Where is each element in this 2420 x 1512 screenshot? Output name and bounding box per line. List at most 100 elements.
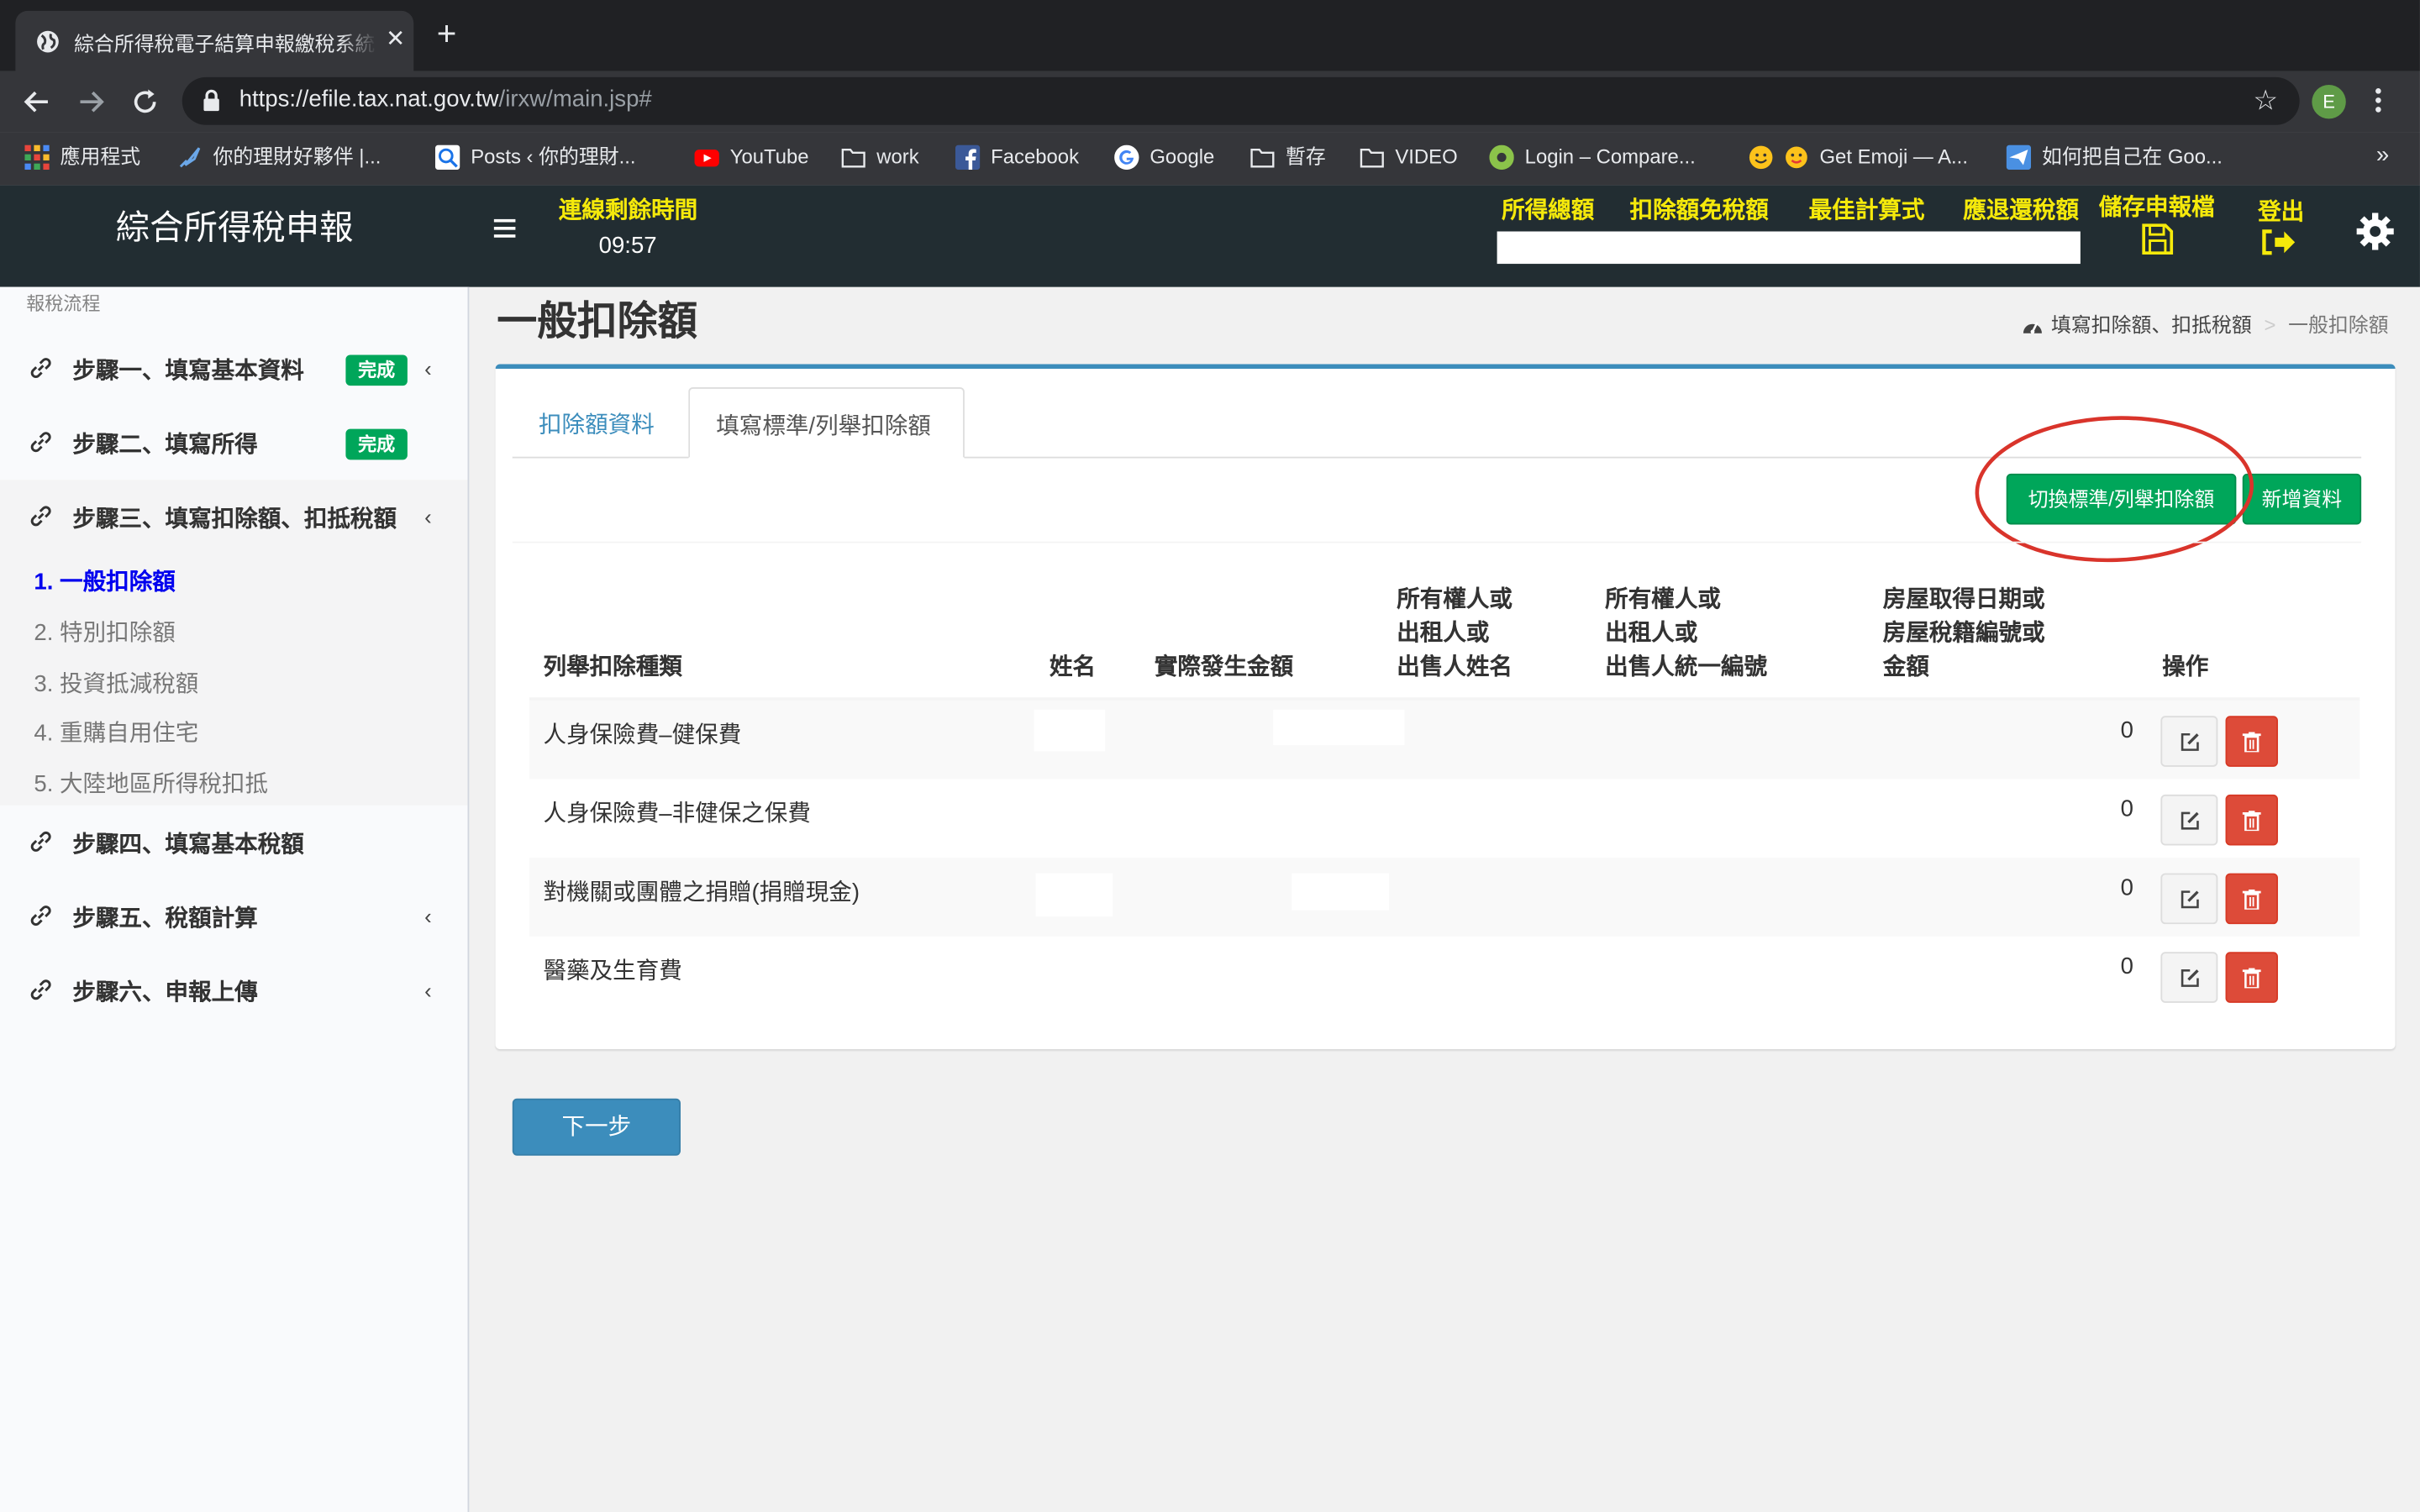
sidebar-sub-mainland-tax[interactable]: 5. 大陸地區所得稅扣抵 <box>34 767 268 800</box>
delete-button[interactable] <box>2225 952 2278 1003</box>
sidebar-step-6[interactable]: 步驟六、申報上傳 ‹ <box>0 957 468 1025</box>
tab-label: 填寫標準/列舉扣除額 <box>716 413 931 440</box>
edit-button[interactable] <box>2160 873 2218 925</box>
bookmark-star-icon[interactable]: ☆ <box>2253 85 2278 118</box>
paper-plane-icon <box>2006 144 2032 170</box>
address-bar[interactable]: https://efile.tax.nat.gov.tw/irxw/main.j… <box>182 76 2300 125</box>
column-header-amount: 實際發生金額 <box>1154 654 1294 680</box>
edit-button[interactable] <box>2160 952 2218 1003</box>
facebook-icon <box>955 144 981 170</box>
browser-tab-title: 綜合所得稅電子結算申報繳稅系統 <box>74 28 377 57</box>
deduction-type: 對機關或團體之捐贈(捐贈現金) <box>543 879 860 906</box>
youtube-icon <box>694 144 719 169</box>
browser-menu-icon[interactable] <box>2374 87 2383 114</box>
reload-icon[interactable] <box>129 87 160 118</box>
add-record-button[interactable]: 新增資料 <box>2242 473 2362 525</box>
gear-icon[interactable] <box>2355 212 2396 252</box>
column-header-type: 列舉扣除種類 <box>543 654 682 680</box>
delete-button[interactable] <box>2225 716 2278 767</box>
app-brand[interactable]: 綜合所得稅申報 <box>0 185 469 286</box>
bookmark-google[interactable]: Google <box>1114 142 1214 173</box>
link-icon <box>29 904 53 927</box>
link-icon <box>29 978 53 1001</box>
breadcrumb: 填寫扣除額、扣抵稅額 > 一般扣除額 <box>2022 308 2389 338</box>
sidebar-step-label: 步驟四、填寫基本稅額 <box>72 831 304 858</box>
delete-button[interactable] <box>2225 794 2278 846</box>
breadcrumb-parent[interactable]: 填寫扣除額、扣抵稅額 <box>2051 313 2252 337</box>
bookmark-get-emoji[interactable]: Get Emoji — A... <box>1749 142 1968 173</box>
bookmark-temp-folder[interactable]: 暫存 <box>1250 142 1326 173</box>
browser-toolbar: https://efile.tax.nat.gov.tw/irxw/main.j… <box>0 71 2420 133</box>
sidebar-step-label: 步驟二、填寫所得 <box>72 432 258 459</box>
trash-icon <box>2242 967 2261 988</box>
close-icon[interactable]: ✕ <box>386 24 405 52</box>
hamburger-menu-icon[interactable] <box>493 218 516 238</box>
sidebar-step-label: 步驟三、填寫扣除額、扣抵稅額 <box>72 506 397 533</box>
sidebar-step-5[interactable]: 步驟五、稅額計算 ‹ <box>0 883 468 951</box>
bookmark-posts[interactable]: Posts ‹ 你的理財... <box>434 142 636 173</box>
magnifier-page-icon <box>434 144 460 170</box>
breadcrumb-current: 一般扣除額 <box>2288 312 2389 337</box>
next-step-button[interactable]: 下一步 <box>512 1098 681 1156</box>
lock-icon <box>203 89 221 112</box>
bookmark-youtube[interactable]: YouTube <box>694 142 809 173</box>
header-link-logout[interactable]: 登出 <box>2258 194 2304 227</box>
header-link-save-file[interactable]: 儲存申報檔 <box>2099 190 2215 223</box>
sign-out-icon[interactable] <box>2261 227 2298 258</box>
sidebar-step-2[interactable]: 步驟二、填寫所得 完成 <box>0 409 468 477</box>
column-header-house: 房屋取得日期或 房屋稅籍編號或 金額 <box>1882 585 2045 680</box>
bookmark-login-compare[interactable]: Login – Compare... <box>1489 142 1696 173</box>
floppy-disk-icon[interactable] <box>2141 222 2175 255</box>
forward-arrow-icon[interactable] <box>76 87 107 118</box>
column-header-owner-name: 所有權人或 出租人或 出售人姓名 <box>1397 585 1512 680</box>
sidebar: 報稅流程 步驟一、填寫基本資料 完成 ‹ 步驟二、填寫所得 完成 步驟三、填寫扣… <box>0 286 470 1512</box>
delete-button[interactable] <box>2225 873 2278 925</box>
bookmark-video-folder[interactable]: VIDEO <box>1360 142 1458 173</box>
apps-grid-icon <box>24 144 50 170</box>
sidebar-sub-special-deduction[interactable]: 2. 特別扣除額 <box>34 616 175 648</box>
header-link-total-income[interactable]: 所得總額 <box>1502 193 1594 226</box>
sidebar-step-4[interactable]: 步驟四、填寫基本稅額 <box>0 808 468 876</box>
table-row: 對機關或團體之捐贈(捐贈現金) 0 <box>529 858 2360 937</box>
bookmark-work-folder[interactable]: work <box>841 142 919 173</box>
edit-button[interactable] <box>2160 716 2218 767</box>
sidebar-step-label: 步驟六、申報上傳 <box>72 979 258 1006</box>
bookmark-apps[interactable]: 應用程式 <box>24 142 140 173</box>
trash-icon <box>2242 731 2261 752</box>
link-icon <box>29 505 53 528</box>
sidebar-step-1[interactable]: 步驟一、填寫基本資料 完成 ‹ <box>0 335 468 403</box>
header-link-refund[interactable]: 應退還稅額 <box>1963 193 2079 226</box>
bookmark-how-to[interactable]: 如何把自己在 Goo... <box>2006 142 2223 173</box>
bookmark-finance-partner[interactable]: 你的理財好夥伴 |... <box>177 142 381 173</box>
address-url: https://efile.tax.nat.gov.tw/irxw/main.j… <box>239 86 652 113</box>
sidebar-step-3[interactable]: 步驟三、填寫扣除額、扣抵稅額 ‹ <box>0 483 468 551</box>
edit-button[interactable] <box>2160 794 2218 846</box>
profile-avatar[interactable]: E <box>2312 85 2346 119</box>
back-arrow-icon[interactable] <box>22 87 53 118</box>
green-circle-icon <box>1489 144 1514 170</box>
bookmarks-bar: 應用程式 你的理財好夥伴 |... Posts ‹ 你的理財... YouTub… <box>0 132 2420 186</box>
app-header: 綜合所得稅申報 連線剩餘時間 09:57 所得總額 扣除額免稅額 最佳計算式 應… <box>0 185 2420 287</box>
rocket-icon <box>177 144 202 169</box>
sidebar-sub-general-deduction[interactable]: 1. 一般扣除額 <box>34 564 175 597</box>
redacted-field <box>1292 873 1390 911</box>
google-icon <box>1114 144 1139 170</box>
page-title: 一般扣除額 <box>497 297 698 344</box>
table-row: 人身保險費–健保費 0 <box>529 700 2360 780</box>
bookmarks-overflow[interactable]: » <box>2376 142 2389 168</box>
trash-icon <box>2242 888 2261 909</box>
tab-standard-itemized[interactable]: 填寫標準/列舉扣除額 <box>688 387 965 459</box>
bookmark-facebook[interactable]: Facebook <box>955 142 1079 173</box>
table-row: 醫藥及生育費 0 <box>529 937 2360 1016</box>
browser-tab[interactable]: 綜合所得稅電子結算申報繳稅系統 ✕ <box>15 10 414 71</box>
new-tab-plus-icon[interactable]: + <box>437 16 457 50</box>
session-timer-value: 09:57 <box>598 233 657 260</box>
sidebar-sub-repurchase-home[interactable]: 4. 重購自用住宅 <box>34 716 198 748</box>
sidebar-header: 報稅流程 <box>26 292 101 315</box>
chevron-left-icon: ‹ <box>424 904 432 929</box>
header-progress-bar <box>1497 231 2081 265</box>
header-link-best-calc[interactable]: 最佳計算式 <box>1809 193 1925 226</box>
sidebar-sub-investment-credit[interactable]: 3. 投資抵減稅額 <box>34 666 198 699</box>
header-link-deductions[interactable]: 扣除額免稅額 <box>1630 193 1769 226</box>
tab-deduction-data[interactable]: 扣除額資料 <box>539 407 655 440</box>
